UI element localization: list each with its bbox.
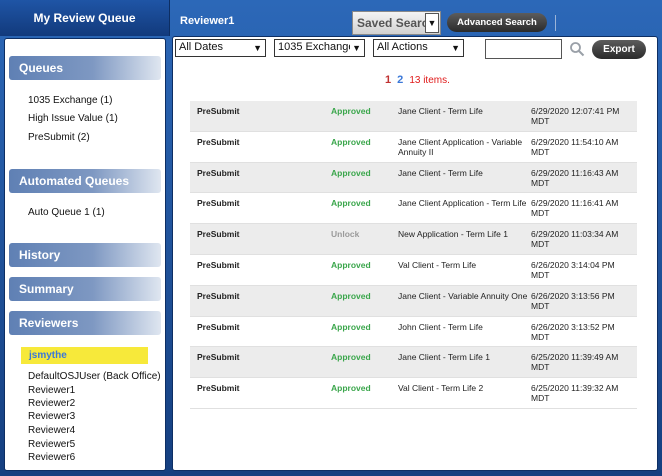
date-cell: 6/26/2020 3:13:56 PM MDT xyxy=(531,290,615,311)
table-row[interactable]: PreSubmit Approved Val Client - Term Life … xyxy=(190,378,637,409)
top-bar: Reviewer1 Saved Search ▼ Advanced Search xyxy=(172,4,658,35)
status-cell[interactable]: Approved xyxy=(331,383,371,393)
status-cell[interactable]: Approved xyxy=(331,322,371,332)
reviewer-item[interactable]: Reviewer2 xyxy=(28,398,75,409)
type-cell: PreSubmit xyxy=(197,229,240,240)
date-cell: 6/29/2020 11:54:10 AM MDT xyxy=(531,136,619,157)
date-cell: 6/25/2020 11:39:49 AM MDT xyxy=(531,352,619,373)
automated-queues-header[interactable]: Automated Queues xyxy=(9,169,161,193)
name-cell: Jane Client - Term Life xyxy=(398,167,483,178)
table-row[interactable]: PreSubmit Approved Jane Client - Variable … xyxy=(190,285,637,317)
left-sidebar: Queues 1035 Exchange (1) High Issue Valu… xyxy=(4,38,166,471)
table-row[interactable]: PreSubmit Unlock New Application - Term Li… xyxy=(190,224,637,255)
reviewer-item[interactable]: Reviewer4 xyxy=(28,425,75,436)
type-cell: PreSubmit xyxy=(197,383,240,394)
history-header[interactable]: History xyxy=(9,243,161,267)
table-row[interactable]: PreSubmit Approved Jane Client Application… xyxy=(190,193,637,225)
status-cell[interactable]: Approved xyxy=(331,198,371,208)
status-cell[interactable]: Approved xyxy=(331,168,371,178)
table-row[interactable]: PreSubmit Approved Jane Client Application… xyxy=(190,132,637,163)
reviewer-item[interactable]: Reviewer6 xyxy=(28,452,75,463)
page-1-link[interactable]: 1 xyxy=(385,74,391,86)
date-cell: 6/29/2020 11:16:41 AM MDT xyxy=(531,198,619,219)
reviewer-item[interactable]: Reviewer1 xyxy=(28,385,75,396)
type-cell: PreSubmit xyxy=(197,198,240,209)
chevron-down-icon: ▼ xyxy=(253,43,262,53)
export-button[interactable]: Export xyxy=(592,40,646,59)
date-cell: 6/29/2020 11:16:43 AM MDT xyxy=(531,167,619,188)
status-cell[interactable]: Approved xyxy=(331,352,371,362)
item-count: 13 items. xyxy=(409,75,450,86)
search-input[interactable] xyxy=(485,39,562,59)
date-cell: 6/26/2020 3:13:52 PM MDT xyxy=(531,321,615,342)
pagination: 12 13 items. xyxy=(385,74,450,86)
reviewer-item-selected[interactable]: jsmythe xyxy=(21,347,148,364)
table-row[interactable]: PreSubmit Approved Jane Client - Term Life… xyxy=(190,101,637,132)
actions-filter-select[interactable]: All Actions ▼ xyxy=(373,39,464,57)
chevron-down-icon: ▼ xyxy=(451,43,460,53)
queue-item-high-issue-value[interactable]: High Issue Value (1) xyxy=(28,113,118,124)
queues-header[interactable]: Queues xyxy=(9,56,161,80)
type-cell: PreSubmit xyxy=(197,352,240,363)
queue-item-presubmit[interactable]: PreSubmit (2) xyxy=(28,132,90,143)
name-cell: John Client - Term Life xyxy=(398,321,483,332)
advanced-search-button[interactable]: Advanced Search xyxy=(447,13,547,32)
queue-item-1035-exchange[interactable]: 1035 Exchange (1) xyxy=(28,95,113,106)
name-cell: Jane Client - Term Life xyxy=(398,106,483,116)
table-row[interactable]: PreSubmit Approved Jane Client - Term Life… xyxy=(190,347,637,379)
chevron-down-icon[interactable]: ▼ xyxy=(425,13,439,33)
queue-filter-value: 1035 Exchange xyxy=(278,41,355,53)
type-cell: PreSubmit xyxy=(197,136,240,147)
name-cell: Jane Client - Term Life 1 xyxy=(398,352,490,363)
table-row[interactable]: PreSubmit Approved Jane Client - Term Life… xyxy=(190,162,637,194)
automated-queue-item[interactable]: Auto Queue 1 (1) xyxy=(28,207,105,218)
dates-filter-value: All Dates xyxy=(179,41,224,53)
divider xyxy=(555,15,556,31)
queue-filter-select[interactable]: 1035 Exchange ▼ xyxy=(274,39,365,57)
name-cell: Val Client - Term Life xyxy=(398,259,477,270)
results-table: PreSubmit Approved Jane Client - Term Life… xyxy=(190,101,637,409)
app-frame: My Review Queue Queues 1035 Exchange (1)… xyxy=(0,0,662,476)
type-cell: PreSubmit xyxy=(197,106,240,116)
chevron-down-icon: ▼ xyxy=(350,43,361,53)
date-cell: 6/25/2020 11:39:32 AM MDT xyxy=(531,383,619,404)
saved-search-label: Saved Search xyxy=(357,16,436,30)
table-row[interactable]: PreSubmit Approved Val Client - Term Life 6… xyxy=(190,255,637,286)
table-row[interactable]: PreSubmit Approved John Client - Term Life… xyxy=(190,317,637,348)
summary-header[interactable]: Summary xyxy=(9,277,161,301)
name-cell: Val Client - Term Life 2 xyxy=(398,383,484,394)
type-cell: PreSubmit xyxy=(197,290,240,301)
actions-filter-value: All Actions xyxy=(377,41,428,53)
status-cell[interactable]: Unlock xyxy=(331,229,359,239)
type-cell: PreSubmit xyxy=(197,167,240,178)
saved-search-select[interactable]: Saved Search ▼ xyxy=(352,11,441,35)
results-panel: All Dates ▼ 1035 Exchange ▼ All Actions … xyxy=(172,36,658,471)
date-cell: 6/26/2020 3:14:04 PM MDT xyxy=(531,259,615,280)
dates-filter-select[interactable]: All Dates ▼ xyxy=(175,39,266,57)
date-cell: 6/29/2020 11:03:34 AM MDT xyxy=(531,229,619,250)
reviewer-item[interactable]: DefaultOSJUser (Back Office) xyxy=(28,371,161,382)
reviewer-title: Reviewer1 xyxy=(180,15,235,27)
date-cell: 6/29/2020 12:07:41 PM MDT xyxy=(531,106,620,126)
reviewer-item[interactable]: Reviewer5 xyxy=(28,439,75,450)
status-cell[interactable]: Approved xyxy=(331,291,371,301)
status-cell[interactable]: Approved xyxy=(331,106,371,116)
type-cell: PreSubmit xyxy=(197,321,240,332)
reviewer-item[interactable]: Reviewer3 xyxy=(28,411,75,422)
status-cell[interactable]: Approved xyxy=(331,137,371,147)
queue-title: My Review Queue xyxy=(0,0,170,36)
type-cell: PreSubmit xyxy=(197,259,240,270)
reviewers-header[interactable]: Reviewers xyxy=(9,311,161,335)
name-cell: Jane Client - Variable Annuity One xyxy=(398,290,528,301)
page-2-link[interactable]: 2 xyxy=(397,74,403,86)
search-icon[interactable] xyxy=(569,41,585,57)
name-cell: Jane Client Application - Variable Annui… xyxy=(398,136,523,157)
status-cell[interactable]: Approved xyxy=(331,260,371,270)
name-cell: New Application - Term Life 1 xyxy=(398,229,508,240)
name-cell: Jane Client Application - Term Life xyxy=(398,198,527,209)
